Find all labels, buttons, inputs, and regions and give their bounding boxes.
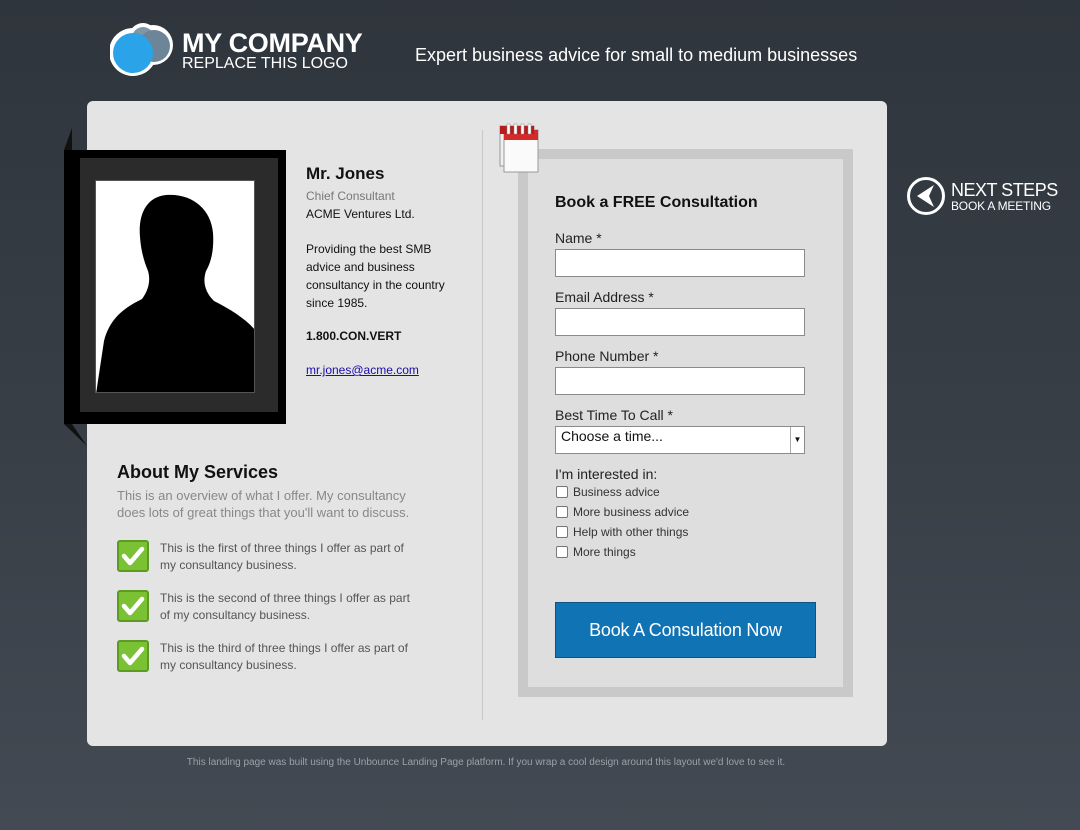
checkbox-label: More things — [573, 545, 636, 559]
interest-checkbox-row[interactable]: Help with other things — [556, 524, 688, 540]
company-logo-icon[interactable] — [110, 20, 176, 80]
consultant-description: Providing the best SMB advice and busine… — [306, 242, 445, 310]
time-select-value: Choose a time... — [561, 428, 663, 444]
service-item: This is the third of three things I offe… — [117, 640, 417, 674]
service-text: This is the first of three things I offe… — [160, 541, 404, 572]
checkbox[interactable] — [556, 486, 568, 498]
checkbox[interactable] — [556, 546, 568, 558]
checkbox-label: Help with other things — [573, 525, 689, 539]
tagline: Expert business advice for small to medi… — [415, 45, 858, 65]
consultant-company: ACME Ventures Ltd. — [306, 207, 415, 221]
phone-label: Phone Number * — [555, 348, 659, 364]
service-item: This is the second of three things I off… — [117, 590, 417, 624]
checkmark-icon — [117, 540, 149, 572]
book-consultation-button[interactable]: Book A Consulation Now — [555, 602, 816, 658]
interest-checkbox-row[interactable]: Business advice — [556, 484, 660, 500]
time-label: Best Time To Call * — [555, 407, 674, 423]
checkmark-icon — [117, 590, 149, 622]
form-title: Book a FREE Consultation — [555, 194, 758, 211]
next-steps-subtitle: BOOK A MEETING — [951, 199, 1051, 213]
checkbox[interactable] — [556, 506, 568, 518]
phone-input[interactable] — [555, 367, 805, 395]
person-silhouette-icon — [96, 194, 254, 392]
dropdown-arrow-icon: ▼ — [790, 427, 804, 453]
service-text: This is the second of three things I off… — [160, 591, 410, 622]
email-label: Email Address * — [555, 289, 654, 305]
consultant-email-link[interactable]: mr.jones@acme.com — [306, 363, 419, 377]
interest-checkbox-row[interactable]: More business advice — [556, 504, 689, 520]
email-input[interactable] — [555, 308, 805, 336]
about-intro: This is an overview of what I offer. My … — [117, 488, 410, 520]
column-divider — [482, 130, 483, 720]
profile-photo — [95, 180, 255, 393]
checkbox-label: Business advice — [573, 485, 660, 499]
name-label: Name * — [555, 230, 602, 246]
name-input[interactable] — [555, 249, 805, 277]
next-steps-title[interactable]: NEXT STEPS — [951, 180, 1058, 201]
time-select[interactable]: Choose a time... ▼ — [555, 426, 805, 454]
consultant-title: Chief Consultant — [306, 189, 395, 203]
about-heading: About My Services — [117, 462, 279, 482]
next-steps-arrow-icon[interactable] — [907, 177, 945, 215]
brand-subtitle: REPLACE THIS LOGO — [182, 55, 348, 72]
footer-text: This landing page was built using the Un… — [186, 757, 786, 768]
brand-name: MY COMPANY — [182, 28, 363, 58]
consultant-phone: 1.800.CON.VERT — [306, 329, 402, 343]
calendar-icon — [499, 123, 539, 173]
checkmark-icon — [117, 640, 149, 672]
consultant-name: Mr. Jones — [306, 164, 385, 183]
service-text: This is the third of three things I offe… — [160, 641, 408, 672]
checkbox-label: More business advice — [573, 505, 690, 519]
checkbox[interactable] — [556, 526, 568, 538]
interest-label: I'm interested in: — [555, 466, 658, 482]
service-item: This is the first of three things I offe… — [117, 540, 417, 574]
interest-checkbox-row[interactable]: More things — [556, 544, 636, 560]
